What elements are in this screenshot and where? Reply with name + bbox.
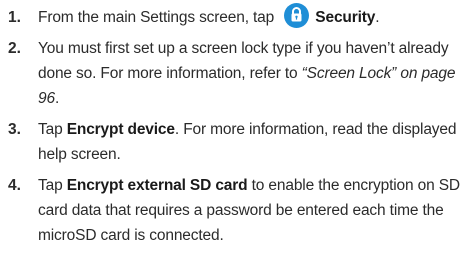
steps-list: 1. From the main Settings screen, tap Sec… bbox=[8, 3, 470, 248]
instructions-page: 1. From the main Settings screen, tap Sec… bbox=[0, 0, 474, 270]
step-number: 3. bbox=[8, 121, 21, 139]
step-text: Tap Encrypt device. For more information… bbox=[38, 117, 470, 167]
step-text-segment: . bbox=[54, 90, 60, 108]
step-text: From the main Settings screen, tap Secur… bbox=[38, 3, 470, 30]
bold-term: Encrypt external SD card bbox=[66, 177, 248, 195]
step-number: 4. bbox=[8, 177, 21, 195]
step-item: 4. Tap Encrypt external SD card to enable… bbox=[8, 173, 470, 248]
step-text-segment: From the main Settings screen, tap bbox=[38, 9, 279, 26]
step-number: 1. bbox=[8, 9, 21, 26]
step-item: 2. You must first set up a screen lock ty… bbox=[8, 36, 470, 111]
step-text: You must first set up a screen lock type… bbox=[38, 36, 470, 111]
step-text-segment: Tap bbox=[38, 177, 67, 195]
step-text: Tap Encrypt external SD card to enable t… bbox=[38, 173, 470, 248]
step-item: 1. From the main Settings screen, tap Sec… bbox=[8, 3, 470, 30]
bold-term: Security bbox=[315, 9, 376, 26]
security-lock-icon bbox=[284, 3, 310, 29]
step-item: 3. Tap Encrypt device. For more informati… bbox=[8, 117, 470, 167]
step-text-segment: Tap bbox=[38, 121, 67, 139]
step-text-segment: . bbox=[375, 9, 380, 26]
bold-term: Encrypt device bbox=[66, 121, 175, 139]
step-number: 2. bbox=[8, 40, 21, 58]
